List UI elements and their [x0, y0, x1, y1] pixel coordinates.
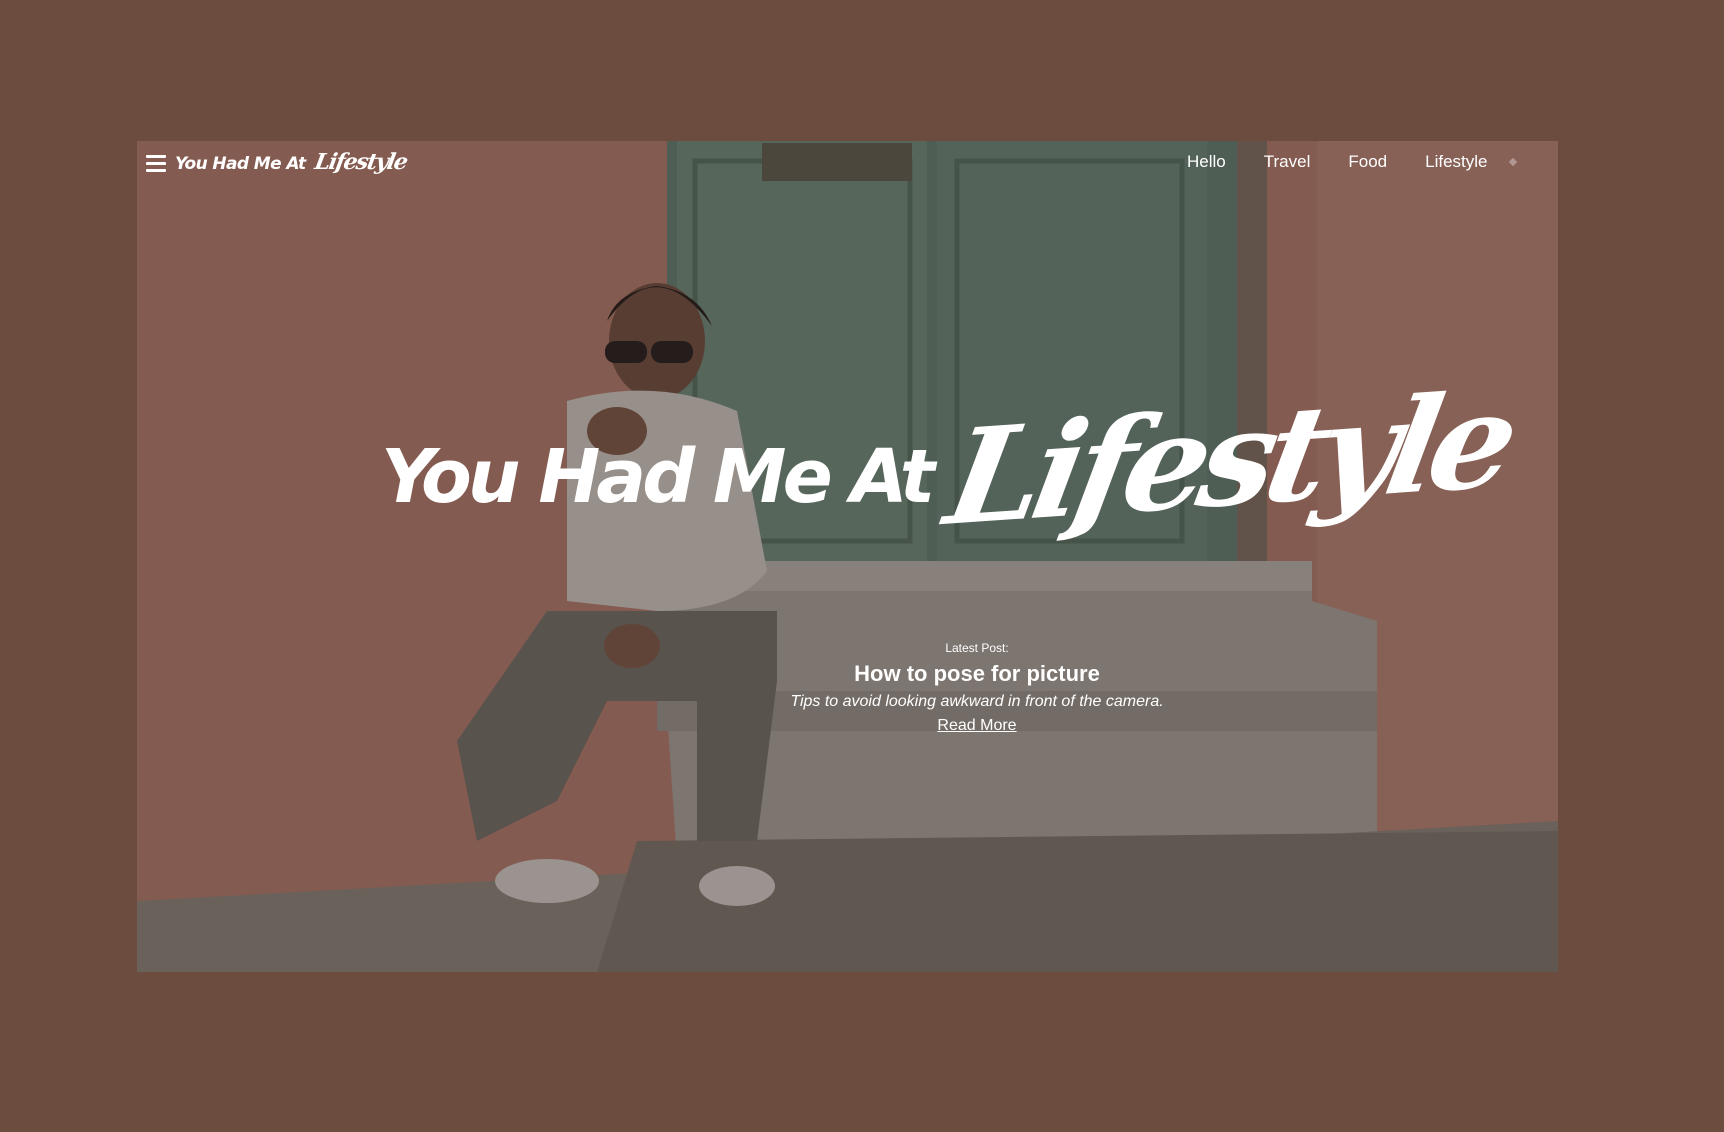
- hamburger-menu-icon[interactable]: [146, 153, 166, 173]
- menu-line: [146, 169, 166, 172]
- latest-post-label: Latest Post:: [945, 641, 1009, 655]
- nav-link-lifestyle[interactable]: Lifestyle: [1425, 152, 1487, 172]
- latest-post-title: How to pose for picture: [854, 661, 1100, 686]
- read-more-link[interactable]: Read More: [937, 717, 1016, 734]
- hero-title: You Had Me At Lifestyle: [137, 363, 1558, 606]
- hero-section: You Had Me At Lifestyle Hello Travel Foo…: [137, 141, 1558, 972]
- nav-links: Hello Travel Food Lifestyle: [1187, 152, 1525, 172]
- menu-line: [146, 162, 166, 165]
- top-navigation: You Had Me At Lifestyle Hello Travel Foo…: [137, 141, 1558, 187]
- logo-text-prefix: You Had Me At: [175, 154, 306, 174]
- menu-line: [146, 155, 166, 158]
- hero-title-prefix: You Had Me At: [381, 434, 935, 520]
- nav-link-travel[interactable]: Travel: [1264, 152, 1311, 172]
- nav-link-food[interactable]: Food: [1348, 152, 1387, 172]
- latest-post: Latest Post: How to pose for picture Tip…: [790, 641, 1163, 735]
- logo-text-accent: Lifestyle: [312, 149, 409, 175]
- latest-post-description: Tips to avoid looking awkward in front o…: [790, 693, 1164, 710]
- site-logo[interactable]: You Had Me At Lifestyle: [175, 149, 409, 175]
- nav-link-hello[interactable]: Hello: [1187, 152, 1226, 172]
